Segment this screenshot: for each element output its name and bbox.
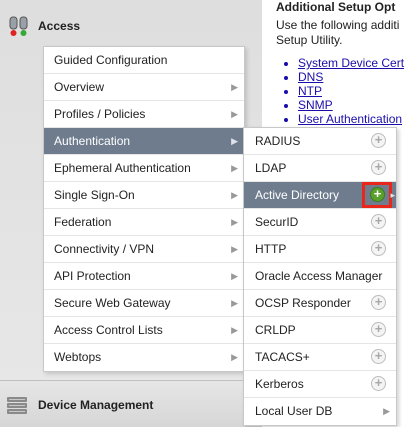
- submenu-item-ldap[interactable]: LDAP +: [244, 155, 396, 182]
- link-snmp[interactable]: SNMP: [298, 98, 333, 112]
- menu-item-webtops[interactable]: Webtops ▶: [44, 344, 244, 371]
- menu-item-connectivity-vpn[interactable]: Connectivity / VPN ▶: [44, 236, 244, 263]
- sidebar-section-access[interactable]: Access: [0, 8, 270, 44]
- sidebar-section-device-management[interactable]: Device Management: [0, 380, 270, 427]
- menu-item-single-sign-on[interactable]: Single Sign-On ▶: [44, 182, 244, 209]
- submenu-item-label: RADIUS: [255, 134, 301, 148]
- sidebar-header-label: Access: [38, 19, 81, 33]
- intro-line-1: Use the following additi: [276, 18, 400, 32]
- access-menu: Guided Configuration Overview ▶ Profiles…: [43, 46, 245, 372]
- sidebar-footer-label: Device Management: [38, 397, 154, 412]
- link-system-device-cert[interactable]: System Device Cert: [298, 56, 404, 70]
- submenu-item-label: Local User DB: [255, 404, 333, 418]
- authentication-submenu: RADIUS + LDAP + Active Directory + ▸ Sec…: [243, 127, 397, 426]
- submenu-item-label: OCSP Responder: [255, 296, 351, 310]
- screen: Access Device Management Additional Setu…: [0, 0, 404, 427]
- setup-link-list: System Device Cert DNS NTP SNMP User Aut…: [276, 56, 404, 126]
- chevron-right-icon: ▶: [231, 163, 238, 173]
- submenu-item-label: TACACS+: [255, 350, 310, 364]
- link-user-authentication[interactable]: User Authentication: [298, 112, 402, 126]
- highlight-box: +: [362, 182, 392, 208]
- menu-item-label: Connectivity / VPN: [54, 242, 155, 256]
- add-icon[interactable]: +: [370, 187, 385, 202]
- menu-item-access-control-lists[interactable]: Access Control Lists ▶: [44, 317, 244, 344]
- chevron-right-icon: ▶: [231, 244, 238, 254]
- menu-item-label: Webtops: [54, 350, 102, 364]
- chevron-right-icon: ▶: [231, 136, 238, 146]
- chevron-right-icon: ▸: [390, 190, 395, 200]
- chevron-right-icon: ▶: [231, 298, 238, 308]
- menu-item-federation[interactable]: Federation ▶: [44, 209, 244, 236]
- menu-item-label: Access Control Lists: [54, 323, 163, 337]
- chevron-right-icon: ▶: [231, 190, 238, 200]
- menu-item-label: API Protection: [54, 269, 131, 283]
- page-title: Additional Setup Opt: [276, 0, 396, 14]
- submenu-item-radius[interactable]: RADIUS +: [244, 128, 396, 155]
- chevron-right-icon: ▶: [231, 325, 238, 335]
- submenu-item-label: LDAP: [255, 161, 287, 175]
- menu-item-api-protection[interactable]: API Protection ▶: [44, 263, 244, 290]
- submenu-item-label: Kerberos: [255, 377, 304, 391]
- add-icon[interactable]: +: [371, 295, 386, 310]
- menu-item-secure-web-gateway[interactable]: Secure Web Gateway ▶: [44, 290, 244, 317]
- access-icon: [9, 16, 28, 36]
- menu-item-guided-configuration[interactable]: Guided Configuration: [44, 47, 244, 74]
- submenu-item-http[interactable]: HTTP +: [244, 236, 396, 263]
- menu-item-label: Authentication: [54, 134, 131, 148]
- submenu-item-tacacs[interactable]: TACACS+ +: [244, 344, 396, 371]
- submenu-item-label: HTTP: [255, 242, 287, 256]
- add-icon[interactable]: +: [371, 322, 386, 337]
- menu-item-profiles-policies[interactable]: Profiles / Policies ▶: [44, 101, 244, 128]
- intro-text: Use the following additi Setup Utility.: [276, 18, 404, 48]
- menu-item-authentication[interactable]: Authentication ▶: [44, 128, 244, 155]
- menu-item-overview[interactable]: Overview ▶: [44, 74, 244, 101]
- submenu-item-label: SecurID: [255, 215, 299, 229]
- list-item: User Authentication: [298, 112, 404, 126]
- submenu-item-oracle-access-manager[interactable]: Oracle Access Manager: [244, 263, 396, 290]
- chevron-right-icon: ▶: [231, 352, 238, 362]
- menu-item-label: Secure Web Gateway: [54, 296, 171, 310]
- menu-item-label: Guided Configuration: [54, 53, 168, 67]
- menu-item-label: Ephemeral Authentication: [54, 161, 191, 175]
- submenu-item-label: Active Directory: [255, 188, 340, 202]
- chevron-right-icon: ▶: [231, 271, 238, 281]
- menu-item-ephemeral-authentication[interactable]: Ephemeral Authentication ▶: [44, 155, 244, 182]
- chevron-right-icon: ▶: [231, 109, 238, 119]
- submenu-item-active-directory[interactable]: Active Directory + ▸: [244, 182, 396, 209]
- menu-item-label: Federation: [54, 215, 112, 229]
- list-item: DNS: [298, 70, 404, 84]
- link-dns[interactable]: DNS: [298, 70, 323, 84]
- submenu-item-local-user-db[interactable]: Local User DB ▶: [244, 398, 396, 425]
- menu-item-label: Overview: [54, 80, 105, 94]
- link-ntp[interactable]: NTP: [298, 84, 322, 98]
- device-icon: [7, 396, 27, 414]
- add-icon[interactable]: +: [371, 160, 386, 175]
- list-item: SNMP: [298, 98, 404, 112]
- submenu-item-label: Oracle Access Manager: [255, 269, 383, 283]
- menu-item-label: Profiles / Policies: [54, 107, 146, 121]
- add-icon[interactable]: +: [371, 214, 386, 229]
- add-icon[interactable]: +: [371, 376, 386, 391]
- chevron-right-icon: ▶: [383, 406, 390, 416]
- add-icon[interactable]: +: [371, 241, 386, 256]
- submenu-item-ocsp-responder[interactable]: OCSP Responder +: [244, 290, 396, 317]
- submenu-item-crldp[interactable]: CRLDP +: [244, 317, 396, 344]
- submenu-item-kerberos[interactable]: Kerberos +: [244, 371, 396, 398]
- submenu-item-label: CRLDP: [255, 323, 296, 337]
- intro-line-2: Setup Utility.: [276, 33, 343, 47]
- submenu-item-securid[interactable]: SecurID +: [244, 209, 396, 236]
- add-icon[interactable]: +: [371, 133, 386, 148]
- chevron-right-icon: ▶: [231, 217, 238, 227]
- menu-item-label: Single Sign-On: [54, 188, 135, 202]
- add-icon[interactable]: +: [371, 349, 386, 364]
- list-item: System Device Cert: [298, 56, 404, 70]
- list-item: NTP: [298, 84, 404, 98]
- chevron-right-icon: ▶: [231, 82, 238, 92]
